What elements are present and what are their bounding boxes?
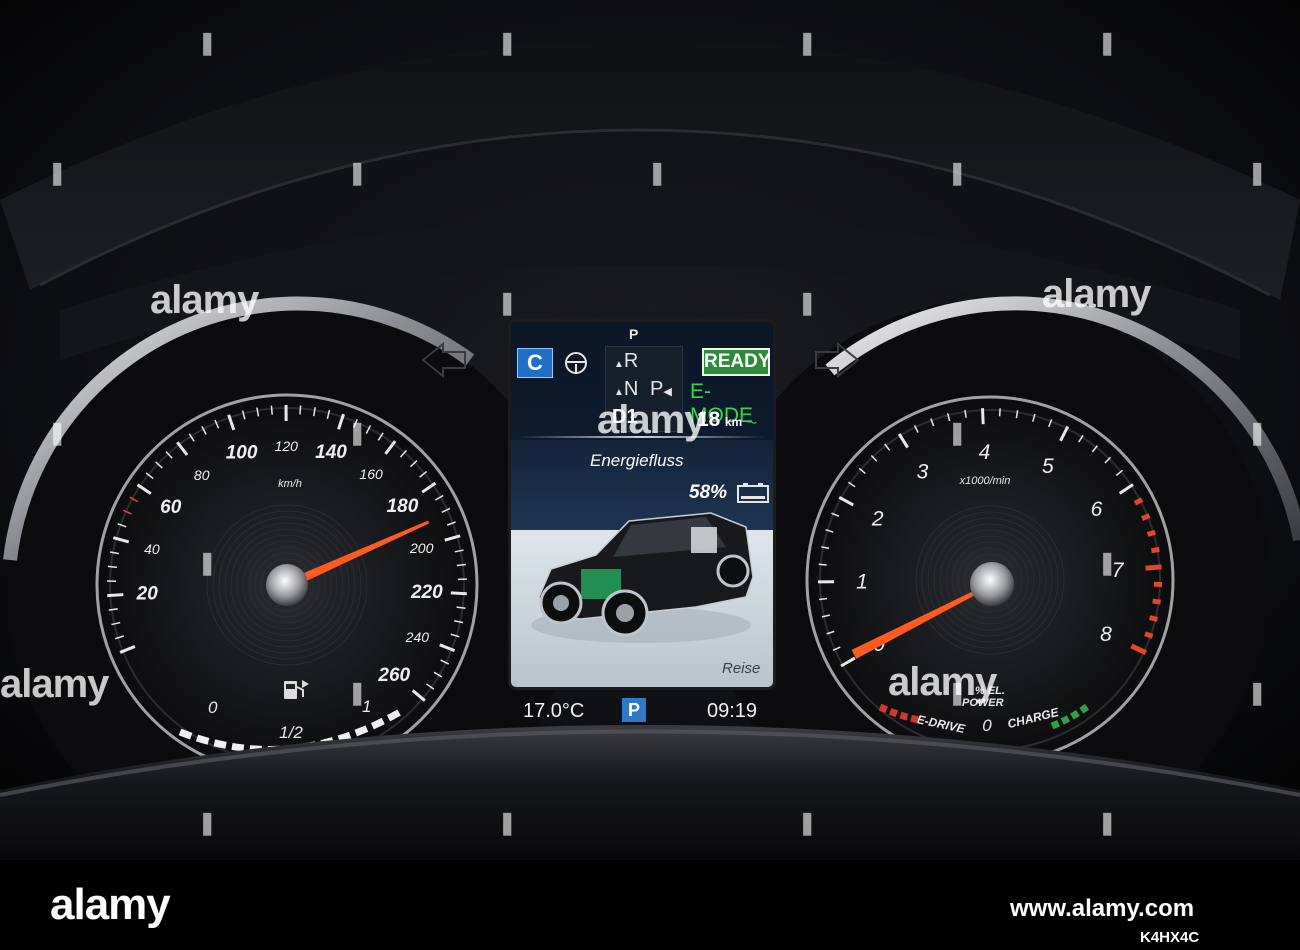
tach-label: 8	[1100, 623, 1112, 646]
electric-range: 18 km ⏦	[697, 408, 757, 432]
watermark-pin-icon: ❚	[48, 160, 67, 185]
speed-tick	[299, 405, 302, 415]
speed-tick	[450, 591, 467, 596]
tach-tick	[980, 408, 985, 425]
watermark-pin-icon: ❚	[48, 420, 67, 445]
watermark-pin-icon: ❚	[1248, 680, 1267, 705]
watermark-pin-icon: ❚	[348, 680, 367, 705]
watermark-pin-icon: ❚	[1248, 160, 1267, 185]
watermark-pin-icon: ❚	[948, 160, 967, 185]
speed-tick	[456, 563, 466, 567]
watermark-pin-icon: ❚	[498, 810, 517, 835]
watermark-pin-icon: ❚	[798, 30, 817, 55]
watermark-pin-icon: ❚	[948, 420, 967, 445]
speed-needle-hub	[266, 564, 308, 606]
tach-unit-label: x1000/min	[959, 475, 1011, 487]
gear-n-label: N	[623, 378, 639, 400]
watermark-pin-icon: ❚	[348, 420, 367, 445]
watermark-pin-icon: ❚	[798, 810, 817, 835]
tach-tick	[1133, 497, 1144, 506]
tach-tick	[1149, 615, 1158, 622]
speed-tick	[270, 405, 273, 415]
speed-label: 260	[377, 665, 410, 686]
speed-label: 140	[315, 442, 347, 463]
watermark-center: alamy	[597, 398, 706, 442]
status-bar: 17.0°C 09:19	[0, 690, 1300, 730]
speed-label: 240	[405, 629, 430, 645]
tach-label: 6	[1091, 498, 1103, 521]
speed-tick	[107, 593, 124, 598]
ready-badge: READY	[702, 348, 771, 376]
car-illustration	[531, 512, 754, 643]
watermark-pin-icon: ❚	[948, 680, 967, 705]
tach-label: 4	[979, 441, 991, 464]
tach-needle-hub	[970, 562, 1014, 606]
watermark-right-lower: alamy	[888, 660, 997, 704]
watermark-pin-icon: ❚	[648, 160, 667, 185]
speed-label: 180	[387, 496, 419, 517]
speed-label: 220	[410, 582, 443, 603]
speed-label: 100	[226, 443, 258, 464]
speed-label: 60	[160, 497, 182, 518]
tach-tick	[1152, 598, 1161, 605]
clock: 09:19	[707, 700, 758, 722]
gear-r: ▲R	[614, 350, 639, 372]
tach-tick	[818, 563, 827, 566]
watermark-pin-icon: ❚	[1098, 810, 1117, 835]
watermark-pin-icon: ❚	[198, 550, 217, 575]
speed-tick	[107, 565, 117, 569]
watermark-left-lower: alamy	[0, 662, 109, 706]
watermark-pin-icon: ❚	[348, 160, 367, 185]
watermark-pin-icon: ❚	[498, 30, 517, 55]
watermark-pin-icon: ❚	[198, 30, 217, 55]
speed-label: 20	[136, 583, 159, 604]
tach-tick	[1144, 631, 1154, 639]
park-sensor-indicator: P	[629, 326, 639, 342]
footer-logo: alamy	[50, 880, 171, 929]
central-display: P C ▲R ▲N P◀ D1 READY E-MODE 18 km ⏦ Ene…	[511, 322, 773, 687]
steering-assist-icon	[565, 352, 587, 374]
parking-badge: P	[622, 698, 646, 722]
tach-label: 5	[1042, 455, 1054, 478]
trip-label: Reise	[722, 660, 761, 677]
energy-flow-title: Energiefluss	[590, 451, 684, 470]
speed-label: 120	[275, 438, 299, 454]
gear-r-label: R	[623, 350, 639, 372]
plug-icon: ⏦	[746, 414, 758, 429]
tach-tick	[1145, 564, 1162, 571]
tach-tick	[1141, 513, 1151, 521]
tach-tick	[1146, 529, 1156, 537]
watermark-pin-icon: ❚	[1098, 550, 1117, 575]
speed-label: 80	[194, 467, 210, 483]
tach-label: 3	[917, 460, 929, 483]
speed-unit-label: km/h	[278, 478, 302, 490]
tach-tick	[819, 597, 828, 601]
footer-url: www.alamy.com	[1010, 895, 1195, 922]
outside-temperature: 17.0°C	[523, 700, 585, 722]
gear-p-label: P	[650, 378, 664, 400]
speed-label: 200	[409, 540, 434, 556]
tach-label: 1	[856, 570, 868, 593]
instrument-cluster-photo: 20 40 60 80 100 120 140 160 180 200 220 240 260 km/h…	[0, 0, 1300, 860]
watermark-pin-icon: ❚	[1248, 420, 1267, 445]
watermark-pin-icon: ❚	[498, 290, 517, 315]
speed-label: 40	[144, 541, 160, 557]
footer-image-code: K4HX4C	[1140, 929, 1200, 946]
range-unit: km	[724, 415, 743, 429]
tach-label: 2	[871, 507, 884, 530]
watermark-pin-icon: ❚	[1098, 30, 1117, 55]
speed-label: 160	[359, 466, 383, 482]
watermark-right-upper: alamy	[1042, 272, 1151, 316]
c-badge: C	[517, 348, 553, 378]
tach-tick	[1150, 546, 1160, 554]
watermark-left-upper: alamy	[150, 278, 259, 322]
watermark-pin-icon: ❚	[798, 290, 817, 315]
watermark-pin-icon: ❚	[198, 810, 217, 835]
